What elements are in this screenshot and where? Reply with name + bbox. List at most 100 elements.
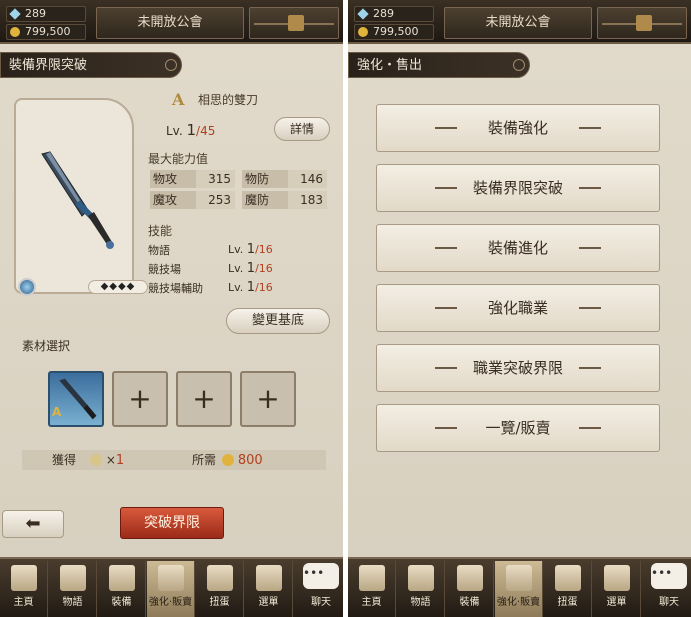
ornament-icon bbox=[579, 247, 601, 249]
nav-enhance-sell[interactable]: 強化‧販賣 bbox=[147, 561, 195, 617]
materials-title: 素材選択 bbox=[22, 339, 71, 353]
skill-lv-max: /16 bbox=[255, 281, 273, 294]
skill-name: 物語 bbox=[148, 244, 170, 257]
ornament-icon bbox=[579, 367, 601, 369]
menu-equip-limit-break[interactable]: 裝備界限突破 bbox=[376, 164, 660, 212]
gem-count: 289 bbox=[25, 7, 46, 20]
book-icon bbox=[59, 565, 86, 591]
top-bar: 289 799,500 未開放公會 bbox=[0, 0, 343, 44]
menu-label: 裝備界限突破 bbox=[472, 179, 563, 197]
nav-home[interactable]: 主頁 bbox=[0, 561, 48, 617]
stat-phys-atk: 物攻 315 bbox=[150, 170, 235, 188]
chat-label: 聊天 bbox=[311, 597, 331, 608]
nav-label: 物語 bbox=[410, 597, 431, 608]
guild-button[interactable]: 未開放公會 bbox=[444, 7, 592, 39]
chat-button[interactable]: ••• 聊天 bbox=[649, 563, 689, 615]
limit-break-button[interactable]: 突破界限 bbox=[120, 507, 224, 539]
material-slot-empty[interactable]: + bbox=[176, 371, 232, 427]
stat-value: 253 bbox=[208, 193, 231, 207]
menu-job-enhance[interactable]: 強化職業 bbox=[376, 284, 660, 332]
material-grade: A bbox=[52, 405, 62, 419]
section-header: 裝備界限突破 bbox=[0, 52, 182, 78]
weapon-card[interactable]: ◆◆◆◆ bbox=[14, 98, 148, 296]
ornament-icon bbox=[435, 127, 457, 129]
weapon-level: Lv. 1/45 bbox=[166, 121, 215, 139]
nav-label: 選單 bbox=[258, 597, 279, 608]
gem-counter: 289 bbox=[6, 6, 86, 22]
skills-title: 技能 bbox=[148, 224, 173, 238]
locked-chest-button[interactable] bbox=[249, 7, 339, 39]
book-icon bbox=[407, 565, 434, 591]
gold-coin-icon bbox=[358, 27, 368, 37]
gear-icon bbox=[255, 565, 282, 591]
menu-label: 裝備強化 bbox=[487, 119, 548, 137]
locked-chest-button[interactable] bbox=[597, 7, 687, 39]
skill-lv: 1 bbox=[246, 242, 256, 257]
chat-bubble-icon: ••• bbox=[303, 563, 339, 589]
guild-button[interactable]: 未開放公會 bbox=[96, 7, 244, 39]
skill-row: 競技場 Lv. 1/16 bbox=[148, 261, 330, 277]
stat-label: 物防 bbox=[242, 170, 288, 188]
skill-lv-prefix: Lv. bbox=[228, 243, 244, 256]
nav-label: 裝備 bbox=[459, 597, 480, 608]
section-header: 強化・售出 bbox=[348, 52, 530, 78]
skill-lv: 1 bbox=[246, 261, 256, 276]
lock-icon bbox=[288, 15, 304, 31]
change-base-button[interactable]: 變更基底 bbox=[226, 308, 330, 334]
gold-counter: 799,500 bbox=[6, 24, 86, 40]
castle-icon bbox=[10, 565, 37, 591]
gem-icon bbox=[9, 8, 21, 20]
ornament-icon bbox=[579, 307, 601, 309]
sword-icon bbox=[206, 565, 233, 591]
stat-value: 315 bbox=[208, 172, 231, 186]
material-slot-empty[interactable]: + bbox=[240, 371, 296, 427]
ornament-icon bbox=[435, 247, 457, 249]
section-title: 強化・售出 bbox=[357, 58, 423, 73]
stat-label: 物攻 bbox=[150, 170, 196, 188]
gold-counter: 799,500 bbox=[354, 24, 434, 40]
gem-counter: 289 bbox=[354, 6, 434, 22]
skill-lv-max: /16 bbox=[255, 243, 273, 256]
sword-icon bbox=[41, 151, 114, 249]
menu-list-sell[interactable]: 一覽/販賣 bbox=[376, 404, 660, 452]
skill-row: 物語 Lv. 1/16 bbox=[148, 242, 330, 258]
nav-home[interactable]: 主頁 bbox=[348, 561, 396, 617]
detail-button[interactable]: 詳情 bbox=[274, 117, 330, 141]
lock-icon bbox=[636, 15, 652, 31]
grade-badge: A bbox=[172, 90, 185, 109]
stat-value: 183 bbox=[300, 193, 323, 207]
weapon-name: 相思的雙刀 bbox=[198, 93, 259, 107]
nav-label: 主頁 bbox=[361, 597, 382, 608]
chat-label: 聊天 bbox=[659, 597, 679, 608]
nav-equip[interactable]: 裝備 bbox=[446, 561, 494, 617]
gold-count: 799,500 bbox=[25, 25, 71, 38]
back-button[interactable]: ⬅ bbox=[2, 510, 64, 538]
gain-times: × bbox=[105, 453, 116, 467]
nav-gacha[interactable]: 扭蛋 bbox=[544, 561, 592, 617]
skill-lv-prefix: Lv. bbox=[228, 281, 244, 294]
material-slot-filled[interactable]: A bbox=[48, 371, 104, 427]
nav-equip[interactable]: 裝備 bbox=[98, 561, 146, 617]
chat-button[interactable]: ••• 聊天 bbox=[301, 563, 341, 615]
skill-name: 競技場輔助 bbox=[148, 282, 203, 295]
ornament-icon bbox=[165, 59, 177, 71]
nav-menu[interactable]: 選單 bbox=[593, 561, 641, 617]
ornament-icon bbox=[579, 427, 601, 429]
nav-menu[interactable]: 選單 bbox=[245, 561, 293, 617]
sword-icon bbox=[554, 565, 581, 591]
menu-equip-evolve[interactable]: 裝備進化 bbox=[376, 224, 660, 272]
castle-icon bbox=[358, 565, 385, 591]
skill-lv-max: /16 bbox=[255, 262, 273, 275]
menu-equip-enhance[interactable]: 裝備強化 bbox=[376, 104, 660, 152]
nav-gacha[interactable]: 扭蛋 bbox=[196, 561, 244, 617]
skill-lv: 1 bbox=[246, 280, 256, 295]
armor-icon bbox=[108, 565, 135, 591]
nav-story[interactable]: 物語 bbox=[49, 561, 97, 617]
medal-icon bbox=[90, 454, 102, 466]
menu-label: 強化職業 bbox=[487, 299, 548, 317]
nav-story[interactable]: 物語 bbox=[397, 561, 445, 617]
material-slot-empty[interactable]: + bbox=[112, 371, 168, 427]
nav-enhance-sell[interactable]: 強化‧販賣 bbox=[495, 561, 543, 617]
level-prefix: Lv. bbox=[166, 124, 183, 138]
menu-job-limit-break[interactable]: 職業突破界限 bbox=[376, 344, 660, 392]
